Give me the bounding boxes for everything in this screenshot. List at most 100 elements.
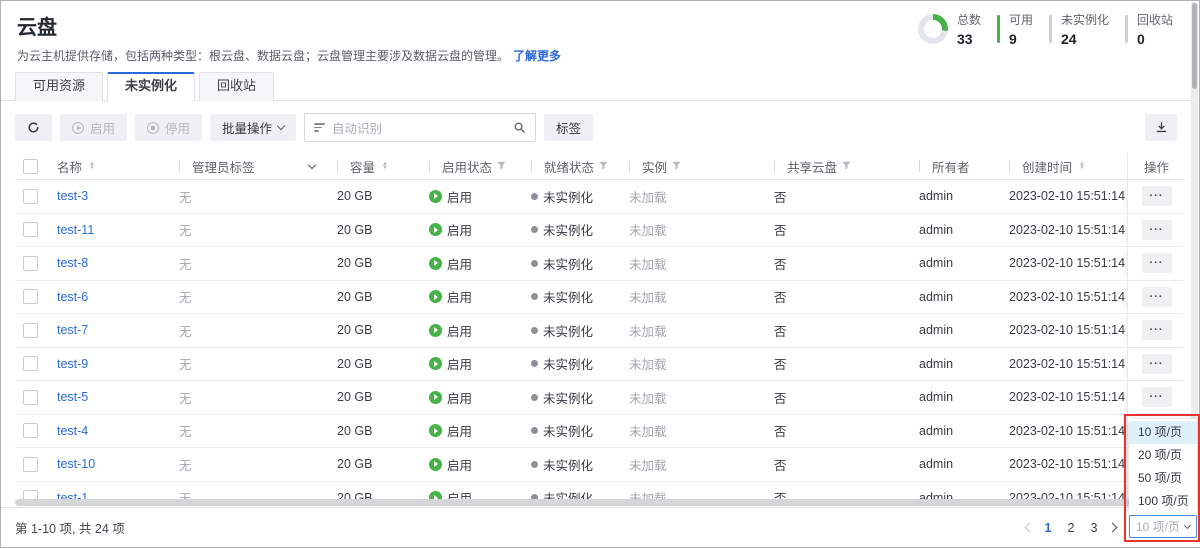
row-checkbox[interactable] (23, 289, 38, 304)
disk-name-link[interactable]: test-3 (57, 189, 88, 203)
search-input[interactable]: 自动识别 (304, 113, 536, 142)
page-size-option[interactable]: 10 项/页 (1129, 421, 1197, 444)
row-checkbox[interactable] (23, 222, 38, 237)
tab-available-resources[interactable]: 可用资源 (15, 72, 103, 101)
column-header-shared-disk[interactable]: 共享云盘 (766, 153, 911, 179)
more-actions-button[interactable]: ··· (1142, 253, 1172, 273)
ready-status-dot-icon (531, 394, 538, 401)
horizontal-scrollbar[interactable] (15, 499, 1133, 506)
cell-capacity: 20 GB (329, 381, 421, 414)
cell-actions: ··· (1127, 281, 1185, 314)
column-header-owner[interactable]: 所有者 (911, 153, 1001, 179)
vertical-scrollbar-thumb[interactable] (1192, 3, 1197, 89)
column-header-enable-status[interactable]: 启用状态 (421, 153, 523, 179)
enabled-status-icon (429, 257, 442, 270)
column-separator (919, 160, 920, 172)
more-actions-button[interactable]: ··· (1142, 354, 1172, 374)
refresh-button[interactable] (15, 114, 52, 141)
sort-icon[interactable]: ▲▼ (382, 162, 388, 171)
column-header-owner-label: 所有者 (932, 157, 970, 176)
row-checkbox[interactable] (23, 390, 38, 405)
column-header-ready-status[interactable]: 就绪状态 (523, 153, 621, 179)
tag-button[interactable]: 标签 (544, 114, 593, 141)
cell-created-text: 2023-02-10 15:51:14 (1009, 223, 1125, 237)
filter-funnel-icon[interactable] (842, 159, 851, 173)
cell-select (15, 180, 49, 213)
cell-created: 2023-02-10 15:51:14 (1001, 415, 1127, 448)
cell-enable-status: 启用 (421, 348, 523, 381)
cell-owner-text: admin (919, 357, 953, 371)
chevron-down-icon[interactable] (308, 160, 316, 168)
row-checkbox[interactable] (23, 356, 38, 371)
disk-name-link[interactable]: test-11 (57, 223, 94, 237)
cell-capacity-text: 20 GB (337, 189, 372, 203)
batch-operations-button[interactable]: 批量操作 (210, 114, 296, 141)
learn-more-link[interactable]: 了解更多 (513, 49, 561, 63)
filter-funnel-icon[interactable] (672, 159, 681, 173)
enabled-status-icon (429, 324, 442, 337)
cell-shared-disk-text: 否 (774, 421, 787, 440)
filter-funnel-icon[interactable] (497, 159, 506, 173)
more-actions-button[interactable]: ··· (1142, 320, 1172, 340)
cell-name: test-3 (49, 180, 171, 213)
cell-enable-status: 启用 (421, 448, 523, 481)
page-size-select[interactable]: 10 项/页 (1129, 515, 1197, 538)
column-header-shared-disk-label: 共享云盘 (787, 157, 837, 176)
column-header-select[interactable] (15, 153, 49, 179)
stat-available: 可用9 (997, 11, 1033, 47)
sort-icon[interactable]: ▲▼ (89, 162, 95, 171)
disk-name-link[interactable]: test-6 (57, 290, 88, 304)
cell-admin-tag: 无 (171, 281, 329, 314)
column-separator (179, 160, 180, 172)
more-actions-button[interactable]: ··· (1142, 287, 1172, 307)
enable-button[interactable]: 启用 (60, 114, 127, 141)
export-button[interactable] (1145, 114, 1177, 141)
column-header-instance[interactable]: 实例 (621, 153, 766, 179)
disk-name-link[interactable]: test-9 (57, 357, 88, 371)
tab-not-instantiated[interactable]: 未实例化 (107, 72, 195, 101)
disk-name-link[interactable]: test-8 (57, 256, 88, 270)
filter-funnel-icon[interactable] (599, 159, 608, 173)
cell-select (15, 314, 49, 347)
row-checkbox[interactable] (23, 423, 38, 438)
cell-admin-tag: 无 (171, 348, 329, 381)
cell-owner-text: admin (919, 290, 953, 304)
disk-name-link[interactable]: test-7 (57, 323, 88, 337)
next-page-icon[interactable] (1108, 523, 1118, 533)
cell-enable-status: 启用 (421, 281, 523, 314)
column-header-admin-tag[interactable]: 管理员标签 (171, 153, 329, 179)
cell-shared-disk: 否 (766, 415, 911, 448)
cell-created-text: 2023-02-10 15:51:14 (1009, 457, 1125, 471)
cell-enable-status: 启用 (421, 415, 523, 448)
page-size-option[interactable]: 50 项/页 (1129, 467, 1197, 490)
disk-name-link[interactable]: test-10 (57, 457, 95, 471)
row-checkbox[interactable] (23, 457, 38, 472)
previous-page-icon[interactable] (1025, 523, 1035, 533)
more-actions-button[interactable]: ··· (1142, 186, 1172, 206)
page-number-3[interactable]: 3 (1086, 521, 1102, 535)
cell-admin-tag-text: 无 (179, 455, 192, 474)
row-checkbox[interactable] (23, 189, 38, 204)
disk-name-link[interactable]: test-5 (57, 390, 88, 404)
row-checkbox[interactable] (23, 256, 38, 271)
cell-select (15, 214, 49, 247)
row-checkbox[interactable] (23, 323, 38, 338)
column-header-capacity[interactable]: 容量▲▼ (329, 153, 421, 179)
disk-name-link[interactable]: test-4 (57, 424, 88, 438)
page-size-option[interactable]: 20 项/页 (1129, 444, 1197, 467)
ready-status-dot-icon (531, 226, 538, 233)
donut-chart (918, 14, 948, 44)
page-size-option[interactable]: 100 项/页 (1129, 490, 1197, 513)
page-number-2[interactable]: 2 (1063, 521, 1079, 535)
sort-icon[interactable]: ▲▼ (1079, 162, 1085, 171)
page-number-1[interactable]: 1 (1040, 521, 1056, 535)
column-header-name[interactable]: 名称▲▼ (49, 153, 171, 179)
column-header-created[interactable]: 创建时间▲▼ (1001, 153, 1127, 179)
disable-button[interactable]: 停用 (135, 114, 202, 141)
search-icon (513, 121, 526, 134)
column-header-instance-label: 实例 (642, 157, 667, 176)
tab-recycle-bin[interactable]: 回收站 (199, 72, 274, 101)
more-actions-button[interactable]: ··· (1142, 387, 1172, 407)
select-all-checkbox[interactable] (23, 159, 38, 174)
more-actions-button[interactable]: ··· (1142, 220, 1172, 240)
